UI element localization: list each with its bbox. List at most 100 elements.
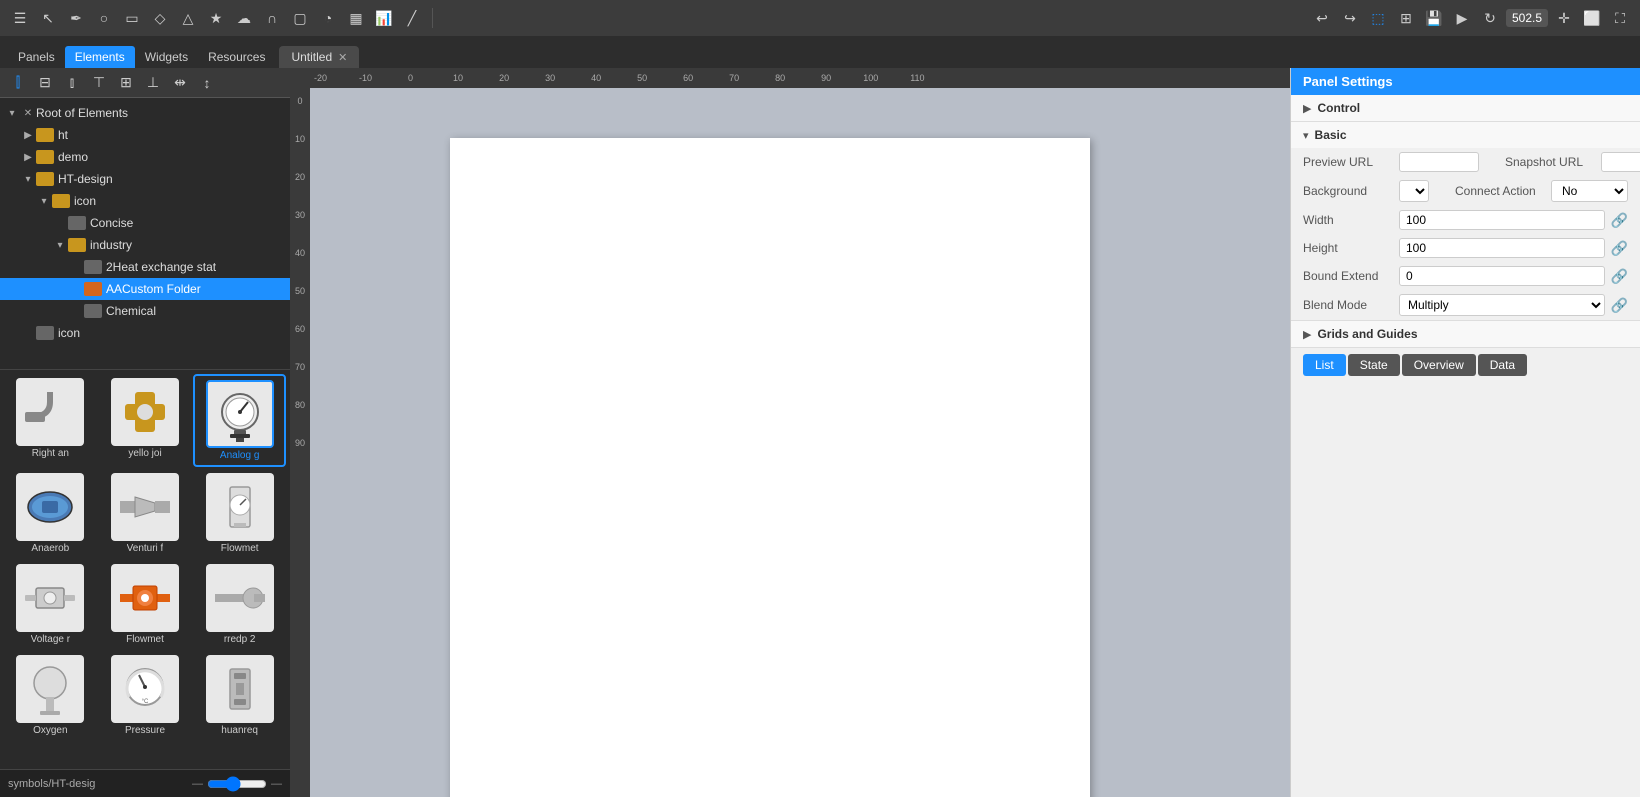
align-left-icon[interactable]: ⫿: [6, 71, 30, 95]
control-section-header[interactable]: ▶ Control: [1291, 95, 1640, 121]
icon-cell-right-an[interactable]: Right an: [4, 374, 97, 467]
tab-panels[interactable]: Panels: [8, 46, 65, 68]
preview-url-input[interactable]: [1399, 152, 1479, 172]
frame-icon[interactable]: ⬚: [1366, 6, 1390, 30]
tree-item-aacustom[interactable]: ▶ AACustom Folder: [0, 278, 290, 300]
tree-root[interactable]: ▾ ✕ Root of Elements: [0, 102, 290, 124]
icon-cell-anaerob[interactable]: Anaerob: [4, 469, 97, 558]
height-link-icon[interactable]: 🔗: [1611, 240, 1628, 257]
width-input[interactable]: [1399, 210, 1605, 230]
icon-cell-huanreq[interactable]: huanreq: [193, 651, 286, 740]
chemical-toggle[interactable]: ▶: [68, 303, 84, 319]
squircle-icon[interactable]: ▢: [288, 6, 312, 30]
arc-icon[interactable]: ∩: [260, 6, 284, 30]
basic-section-header[interactable]: ▾ Basic: [1291, 122, 1640, 148]
icon-toggle[interactable]: ▾: [36, 193, 52, 209]
canvas-content[interactable]: [310, 88, 1290, 797]
ht-toggle[interactable]: ▶: [20, 127, 36, 143]
play-icon[interactable]: ▶: [1450, 6, 1474, 30]
grid-icon[interactable]: ⊞: [1394, 6, 1418, 30]
tab-overview[interactable]: Overview: [1402, 354, 1476, 376]
undo-button[interactable]: ↩: [1310, 6, 1334, 30]
icon-cell-venturi[interactable]: Venturi f: [99, 469, 192, 558]
tab-data[interactable]: Data: [1478, 354, 1527, 376]
grids-section-header[interactable]: ▶ Grids and Guides: [1291, 321, 1640, 347]
root-toggle[interactable]: ▾: [4, 105, 20, 121]
icon2-toggle[interactable]: ▶: [20, 325, 36, 341]
bound-extend-input[interactable]: [1399, 266, 1605, 286]
refresh-icon[interactable]: ↻: [1478, 6, 1502, 30]
expand-icon[interactable]: ⬜: [1580, 6, 1604, 30]
icon-thumb-voltage: [16, 564, 84, 632]
column-chart-icon[interactable]: 📊: [372, 6, 396, 30]
demo-toggle[interactable]: ▶: [20, 149, 36, 165]
dist-h-icon[interactable]: ⇹: [168, 71, 192, 95]
snapshot-url-input[interactable]: [1601, 152, 1640, 172]
tab-list[interactable]: List: [1303, 354, 1346, 376]
tree-item-industry[interactable]: ▾ industry: [0, 234, 290, 256]
tree-item-ht[interactable]: ▶ ht: [0, 124, 290, 146]
icon-cell-pressure[interactable]: °C Pressure: [99, 651, 192, 740]
2heat-label: 2Heat exchange stat: [106, 260, 216, 274]
blob-icon[interactable]: ☁: [232, 6, 256, 30]
root-expand[interactable]: ✕: [20, 105, 36, 121]
align-center-h-icon[interactable]: ⊟: [33, 71, 57, 95]
tab-resources[interactable]: Resources: [198, 46, 275, 68]
width-link-icon[interactable]: 🔗: [1611, 212, 1628, 229]
icon-cell-voltage[interactable]: Voltage r: [4, 560, 97, 649]
concise-toggle[interactable]: ▶: [52, 215, 68, 231]
bar-chart-icon[interactable]: ▦: [344, 6, 368, 30]
icon-cell-yello-joi[interactable]: yello joi: [99, 374, 192, 467]
align-top-icon[interactable]: ⊤: [87, 71, 111, 95]
menu-icon[interactable]: ☰: [8, 6, 32, 30]
tree-item-concise[interactable]: ▶ Concise: [0, 212, 290, 234]
tab-close-button[interactable]: ✕: [338, 51, 347, 64]
tree-item-2heat[interactable]: ▶ 2Heat exchange stat: [0, 256, 290, 278]
move-icon[interactable]: ✛: [1552, 6, 1576, 30]
tab-widgets[interactable]: Widgets: [135, 46, 198, 68]
bound-extend-link-icon[interactable]: 🔗: [1611, 268, 1628, 285]
open-tab-untitled[interactable]: Untitled ✕: [279, 46, 359, 68]
blend-mode-select[interactable]: Multiply: [1399, 294, 1605, 316]
fullscreen-icon[interactable]: ⛶: [1608, 6, 1632, 30]
blend-mode-link-icon[interactable]: 🔗: [1611, 297, 1628, 314]
icon-cell-flowmet-orange[interactable]: Flowmet: [99, 560, 192, 649]
aacustom-toggle[interactable]: ▶: [68, 281, 84, 297]
tree-item-icon2[interactable]: ▶ icon: [0, 322, 290, 344]
tree-item-icon[interactable]: ▾ icon: [0, 190, 290, 212]
save-icon[interactable]: 💾: [1422, 6, 1446, 30]
dist-v-icon[interactable]: ↕: [195, 71, 219, 95]
icon-cell-flowmet1[interactable]: Flowmet: [193, 469, 286, 558]
align-middle-v-icon[interactable]: ⊞: [114, 71, 138, 95]
cursor-icon[interactable]: ↖: [36, 6, 60, 30]
control-section: ▶ Control: [1291, 95, 1640, 122]
star-icon[interactable]: ★: [204, 6, 228, 30]
line-icon[interactable]: ╱: [400, 6, 424, 30]
connect-action-select[interactable]: No: [1551, 180, 1628, 202]
pen-icon[interactable]: ✒: [64, 6, 88, 30]
2heat-toggle[interactable]: ▶: [68, 259, 84, 275]
demo-label: demo: [58, 150, 88, 164]
icon-cell-analog-g[interactable]: Analog g: [193, 374, 286, 467]
align-bottom-icon[interactable]: ⊥: [141, 71, 165, 95]
tree-item-ht-design[interactable]: ▾ HT-design: [0, 168, 290, 190]
tab-state[interactable]: State: [1348, 354, 1400, 376]
pie-icon[interactable]: ◔: [316, 6, 340, 30]
tree-item-demo[interactable]: ▶ demo: [0, 146, 290, 168]
circle-icon[interactable]: ○: [92, 6, 116, 30]
redo-button[interactable]: ↪: [1338, 6, 1362, 30]
triangle-icon[interactable]: △: [176, 6, 200, 30]
tab-elements[interactable]: Elements: [65, 46, 135, 68]
industry-toggle[interactable]: ▾: [52, 237, 68, 253]
rect-icon[interactable]: ▭: [120, 6, 144, 30]
zoom-slider[interactable]: [207, 776, 267, 792]
ht-design-toggle[interactable]: ▾: [20, 171, 36, 187]
diamond-icon[interactable]: ◇: [148, 6, 172, 30]
height-input[interactable]: [1399, 238, 1605, 258]
align-right-icon[interactable]: ⫾: [60, 71, 84, 95]
icon-cell-oxygen[interactable]: Oxygen: [4, 651, 97, 740]
icon-thumb-flowmet1: [206, 473, 274, 541]
background-select[interactable]: [1399, 180, 1429, 202]
tree-item-chemical[interactable]: ▶ Chemical: [0, 300, 290, 322]
icon-cell-rredp[interactable]: rredp 2: [193, 560, 286, 649]
